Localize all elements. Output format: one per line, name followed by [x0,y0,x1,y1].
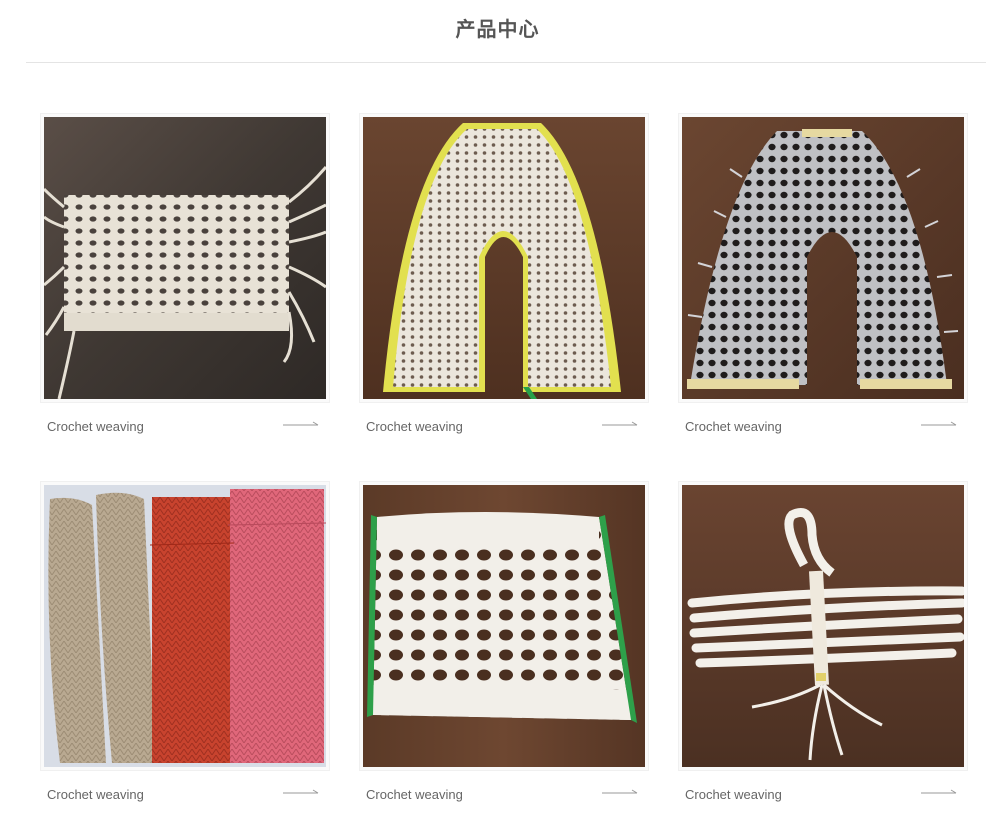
arrow-right-icon[interactable] [282,786,320,800]
product-caption[interactable]: Crochet weaving [47,419,144,434]
metallic-mesh-upper-photo [682,117,964,399]
page-header: 产品中心 [0,0,995,52]
page-title: 产品中心 [455,17,540,41]
product-caption[interactable]: Crochet weaving [366,787,463,802]
arrow-right-icon[interactable] [601,418,639,432]
colored-knit-strips-photo [44,485,326,767]
macrame-shoe-upper-photo [363,117,645,399]
product-card[interactable]: Crochet weaving [359,481,651,811]
product-image[interactable] [678,113,968,403]
product-card[interactable]: Crochet weaving [678,481,970,811]
arrow-right-icon[interactable] [920,418,958,432]
product-card[interactable]: Crochet weaving [678,113,970,443]
header-divider [26,62,986,63]
product-caption[interactable]: Crochet weaving [685,787,782,802]
macrame-green-edge-photo [363,485,645,767]
product-image[interactable] [359,113,649,403]
white-cord-strap-photo [682,485,964,767]
product-card[interactable]: Crochet weaving [40,113,332,443]
product-image[interactable] [40,113,330,403]
product-card[interactable]: Crochet weaving [40,481,332,811]
product-image[interactable] [359,481,649,771]
product-caption[interactable]: Crochet weaving [366,419,463,434]
product-card[interactable]: Crochet weaving [359,113,651,443]
arrow-right-icon[interactable] [601,786,639,800]
product-image[interactable] [40,481,330,771]
macrame-rectangle-photo [44,117,326,399]
product-image[interactable] [678,481,968,771]
arrow-right-icon[interactable] [920,786,958,800]
product-caption[interactable]: Crochet weaving [685,419,782,434]
arrow-right-icon[interactable] [282,418,320,432]
product-caption[interactable]: Crochet weaving [47,787,144,802]
